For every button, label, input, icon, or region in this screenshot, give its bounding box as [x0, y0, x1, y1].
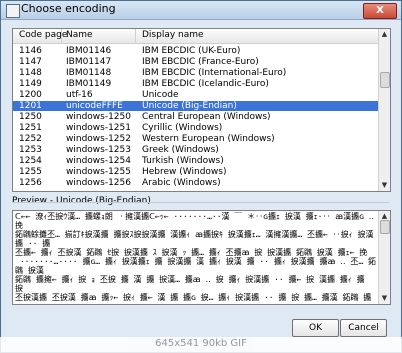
table-row[interactable]: 1149 IBM01149 IBM EBCDIC (Icelandic-Euro) [13, 79, 378, 89]
display-name-cell: Turkish (Windows) [142, 156, 224, 166]
code-page-cell: 1147 [19, 57, 42, 67]
name-cell: windows-1251 [66, 123, 131, 133]
choose-encoding-dialog: Choose encoding X Code page Name Display… [0, 0, 402, 353]
code-page-cell: 1148 [19, 68, 42, 78]
list-header: Code page Name Display name [13, 29, 378, 44]
preview-label: Preview - Unicode (Big-Endian) [12, 196, 151, 206]
display-name-cell: Arabic (Windows) [142, 178, 221, 188]
title-bar: Choose encoding X [1, 1, 401, 20]
display-name-cell: Unicode (Big-Endian) [142, 101, 237, 111]
scroll-down-icon[interactable]: ▼ [380, 181, 389, 190]
table-row[interactable]: 1255 windows-1255 Hebrew (Windows) [13, 167, 378, 177]
display-name-cell: IBM EBCDIC (France-Euro) [142, 57, 259, 67]
list-scrollbar[interactable]: ▲ ▼ [378, 29, 390, 191]
display-name-cell: Hebrew (Windows) [142, 167, 227, 177]
table-row[interactable]: 1146 IBM01146 IBM EBCDIC (UK-Euro) [13, 46, 378, 56]
image-info-caption: 645x541 90kb GIF [155, 338, 247, 349]
code-page-cell: 1146 [19, 46, 42, 56]
name-cell: windows-1252 [66, 134, 131, 144]
name-cell: IBM01148 [66, 68, 112, 78]
ok-button[interactable]: OK [292, 319, 339, 337]
header-divider-2 [135, 29, 136, 43]
preview-text: ᑕ←← 潦ｨ丕捩ｳ漢… 攟螺ｮ朗 ㆍ擁漢攟ᑕ←ｯ← ·······…··漢 ￣ … [15, 212, 376, 302]
code-page-cell: 1149 [19, 79, 42, 89]
preview-scroll-thumb[interactable] [380, 220, 390, 234]
table-row[interactable]: 1252 windows-1252 Western European (Window… [13, 134, 378, 144]
code-page-cell: 1250 [19, 112, 42, 122]
display-name-cell: IBM EBCDIC (International-Euro) [142, 68, 287, 78]
code-page-cell: 1255 [19, 167, 42, 177]
table-row[interactable]: 1147 IBM01147 IBM EBCDIC (France-Euro) [13, 57, 378, 67]
code-page-cell: 1201 [19, 101, 42, 111]
display-name-cell: IBM EBCDIC (UK-Euro) [142, 46, 241, 56]
table-row[interactable]: 1253 windows-1253 Greek (Windows) [13, 145, 378, 155]
code-page-cell: 1251 [19, 123, 42, 133]
display-name-cell: IBM EBCDIC (Icelandic-Euro) [142, 79, 269, 89]
preview-box[interactable]: ᑕ←← 潦ｨ丕捩ｳ漢… 攟螺ｮ朗 ㆍ擁漢攟ᑕ←ｯ← ·······…··漢 ￣ … [12, 210, 391, 305]
name-cell: windows-1253 [66, 145, 131, 155]
table-row[interactable]: 1254 windows-1254 Turkish (Windows) [13, 156, 378, 166]
preview-divider [12, 202, 389, 203]
name-cell: IBM01147 [66, 57, 112, 67]
table-row[interactable]: 1251 windows-1251 Cyrillic (Windows) [13, 123, 378, 133]
header-name[interactable]: Name [66, 30, 93, 40]
display-name-cell: Unicode [142, 90, 179, 100]
header-divider-1 [61, 29, 62, 43]
display-name-cell: Cyrillic (Windows) [142, 123, 223, 133]
header-display-name[interactable]: Display name [142, 30, 204, 40]
name-cell: windows-1256 [66, 178, 131, 188]
table-row[interactable]: 1200 utf-16 Unicode [13, 90, 378, 100]
table-row[interactable]: 1256 windows-1256 Arabic (Windows) [13, 178, 378, 188]
table-row[interactable]: 1201 unicodeFFFE Unicode (Big-Endian) [13, 101, 378, 111]
display-name-cell: Western European (Windows) [142, 134, 275, 144]
cancel-button[interactable]: Cancel [340, 319, 387, 337]
name-cell: unicodeFFFE [66, 101, 123, 111]
preview-scroll-down-icon[interactable]: ▼ [380, 294, 389, 303]
window-title: Choose encoding [21, 2, 116, 15]
name-cell: windows-1254 [66, 156, 131, 166]
name-cell: IBM01149 [66, 79, 112, 89]
image-info-overlay: 645x541 90kb GIF [0, 337, 402, 353]
app-icon [6, 4, 20, 18]
code-page-cell: 1254 [19, 156, 42, 166]
table-row[interactable]: 1148 IBM01148 IBM EBCDIC (International-Eu… [13, 68, 378, 78]
code-page-cell: 1252 [19, 134, 42, 144]
preview-scrollbar[interactable]: ▲ ▼ [378, 211, 390, 304]
table-row[interactable]: 1250 windows-1250 Central European (Window… [13, 112, 378, 122]
scroll-thumb[interactable] [380, 72, 390, 88]
code-page-cell: 1253 [19, 145, 42, 155]
scroll-up-icon[interactable]: ▲ [380, 30, 389, 39]
name-cell: IBM01146 [66, 46, 112, 56]
name-cell: windows-1250 [66, 112, 131, 122]
close-button[interactable]: X [363, 3, 397, 19]
code-page-cell: 1256 [19, 178, 42, 188]
display-name-cell: Central European (Windows) [142, 112, 271, 122]
encoding-list[interactable]: Code page Name Display name 1146 IBM01146… [12, 28, 391, 192]
name-cell: utf-16 [66, 90, 93, 100]
display-name-cell: Greek (Windows) [142, 145, 219, 155]
name-cell: windows-1255 [66, 167, 131, 177]
code-page-cell: 1200 [19, 90, 42, 100]
